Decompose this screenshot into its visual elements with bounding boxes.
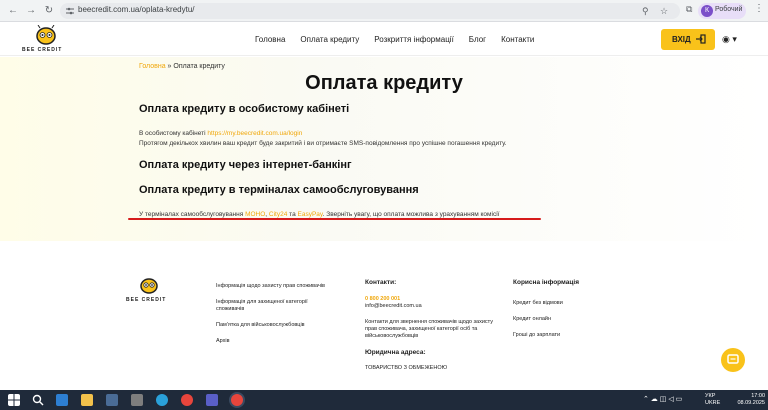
useful-title: Корисна інформація xyxy=(513,279,579,286)
easypay-link[interactable]: EasyPay xyxy=(298,211,323,218)
avatar: К xyxy=(701,5,713,17)
email-link[interactable]: info@beecredit.com.ua xyxy=(365,303,505,310)
chat-icon xyxy=(727,354,739,364)
clock[interactable]: 17:00 08.09.2025 xyxy=(733,393,765,407)
footer-links: Інформація щодо захисту прав споживачів … xyxy=(216,283,326,354)
more-menu-icon[interactable]: ⋮ xyxy=(754,3,764,14)
profile-chip[interactable]: К Робочий xyxy=(698,3,746,19)
city24-link[interactable]: City24 xyxy=(269,211,287,218)
logo-text: BEE CREDIT xyxy=(22,47,63,53)
zoom-icon[interactable]: ⚲ xyxy=(642,6,649,17)
extensions-icon[interactable]: ⧉ xyxy=(686,4,692,15)
chrome-icon[interactable] xyxy=(181,394,193,406)
breadcrumb: Головна » Оплата кредиту xyxy=(139,63,225,70)
nav-item-disclosure[interactable]: Розкриття інформації xyxy=(374,35,454,44)
monitor-app-icon[interactable] xyxy=(131,394,143,406)
footer-logo-text: BEE CREDIT xyxy=(126,297,167,303)
steam-icon[interactable] xyxy=(106,394,118,406)
bookmark-star-icon[interactable]: ☆ xyxy=(660,6,668,17)
login-button-label: ВХІД xyxy=(672,35,691,44)
reload-icon[interactable]: ↻ xyxy=(42,4,56,18)
section-cabinet-prefix: В особистому кабінеті xyxy=(139,130,208,137)
address-title: Юридична адреса: xyxy=(365,349,426,356)
file-explorer-icon[interactable] xyxy=(81,394,93,406)
section-cabinet-text: В особистому кабінеті https://my.beecred… xyxy=(139,129,507,149)
section-cabinet-title: Оплата кредиту в особистому кабінеті xyxy=(139,103,350,115)
main-nav: Головна Оплата кредиту Розкриття інформа… xyxy=(255,35,534,44)
breadcrumb-current: Оплата кредиту xyxy=(173,63,225,70)
chrome-active-icon[interactable] xyxy=(231,394,243,406)
address-bar[interactable]: beecredit.com.ua/oplata-kredytu/ ⚲ ☆ xyxy=(60,3,680,19)
footer-link-consumer-rights[interactable]: Інформація щодо захисту прав споживачів xyxy=(216,283,326,290)
terminals-suffix: . Зверніть увагу, що оплата можлива з ур… xyxy=(322,211,500,218)
nav-item-contacts[interactable]: Контакти xyxy=(501,35,534,44)
mono-link[interactable]: МОНО xyxy=(245,211,265,218)
lang-bottom: UKRE xyxy=(705,400,721,406)
nav-item-payment[interactable]: Оплата кредиту xyxy=(300,35,359,44)
footer-link-military[interactable]: Пам'ятка для військовослужбовців xyxy=(216,322,326,329)
useful-link-online[interactable]: Кредит онлайн xyxy=(513,316,579,323)
chat-button[interactable] xyxy=(721,348,745,372)
address-text: ТОВАРИСТВО З ОБМЕЖЕНОЮ xyxy=(365,365,448,371)
footer-link-archive[interactable]: Архів xyxy=(216,338,326,345)
url-text: beecredit.com.ua/oplata-kredytu/ xyxy=(78,5,195,14)
page-title: Оплата кредиту xyxy=(305,72,463,94)
clock-date: 08.09.2025 xyxy=(737,400,765,406)
terminals-and: та xyxy=(287,211,298,218)
nav-item-home[interactable]: Головна xyxy=(255,35,285,44)
breadcrumb-home-link[interactable]: Головна xyxy=(139,63,166,70)
browser-toolbar: ← → ↻ beecredit.com.ua/oplata-kredytu/ ⚲… xyxy=(0,0,768,22)
windows-start-icon[interactable] xyxy=(8,394,20,406)
section-cabinet-note: Протягом декількох хвилин ваш кредит буд… xyxy=(139,140,507,147)
language-indicator[interactable]: УКР UKRE xyxy=(705,393,720,407)
red-annotation-underline xyxy=(128,218,541,220)
tray-icons[interactable]: ⌃ ☁ ◫ ◁ ▭ xyxy=(643,396,682,403)
footer-useful: Корисна інформація Кредит без відмови Кр… xyxy=(513,279,579,339)
main-content: Головна » Оплата кредиту Оплата кредиту … xyxy=(0,57,768,241)
lang-top: УКР xyxy=(705,393,716,399)
profile-name: Робочий xyxy=(715,6,743,13)
mail-app-icon[interactable] xyxy=(56,394,68,406)
section-internet-banking-title: Оплата кредиту через інтернет-банкінг xyxy=(139,159,352,171)
useful-link-payday[interactable]: Гроші до зарплати xyxy=(513,332,579,339)
accessibility-eye-icon[interactable]: ◉ ▾ xyxy=(722,34,737,45)
teams-icon[interactable] xyxy=(206,394,218,406)
phone-link[interactable]: 0 800 200 001 xyxy=(365,296,505,303)
useful-link-no-refusal[interactable]: Кредит без відмови xyxy=(513,300,579,307)
clock-time: 17:00 xyxy=(751,393,765,399)
site-info-icon[interactable] xyxy=(66,7,74,15)
nav-item-blog[interactable]: Блог xyxy=(469,35,486,44)
footer-bee-logo-icon[interactable] xyxy=(134,275,164,297)
terminals-prefix: У терміналах самообслуговування xyxy=(139,211,246,218)
cabinet-login-link[interactable]: https://my.beecredit.com.ua/login xyxy=(207,130,302,137)
footer-contacts: Контакти: 0 800 200 001 info@beecredit.c… xyxy=(365,279,505,372)
contacts-note: Контакти для звернення споживачів щодо з… xyxy=(365,319,493,339)
search-icon[interactable] xyxy=(32,394,44,406)
section-terminals-title: Оплата кредиту в терміналах самообслугов… xyxy=(139,184,419,196)
windows-taskbar: ⌃ ☁ ◫ ◁ ▭ УКР UKRE 17:00 08.09.2025 xyxy=(0,390,768,410)
login-icon xyxy=(696,34,706,44)
footer: BEE CREDIT Інформація щодо захисту прав … xyxy=(0,241,768,390)
forward-icon[interactable]: → xyxy=(24,4,38,18)
telegram-icon[interactable] xyxy=(156,394,168,406)
login-button[interactable]: ВХІД xyxy=(661,29,715,50)
back-icon[interactable]: ← xyxy=(6,4,20,18)
site-header: BEE CREDIT Головна Оплата кредиту Розкри… xyxy=(0,22,768,56)
footer-link-protected-category[interactable]: Інформація для захищеної категорії спожи… xyxy=(216,299,326,313)
contacts-title: Контакти: xyxy=(365,279,397,286)
